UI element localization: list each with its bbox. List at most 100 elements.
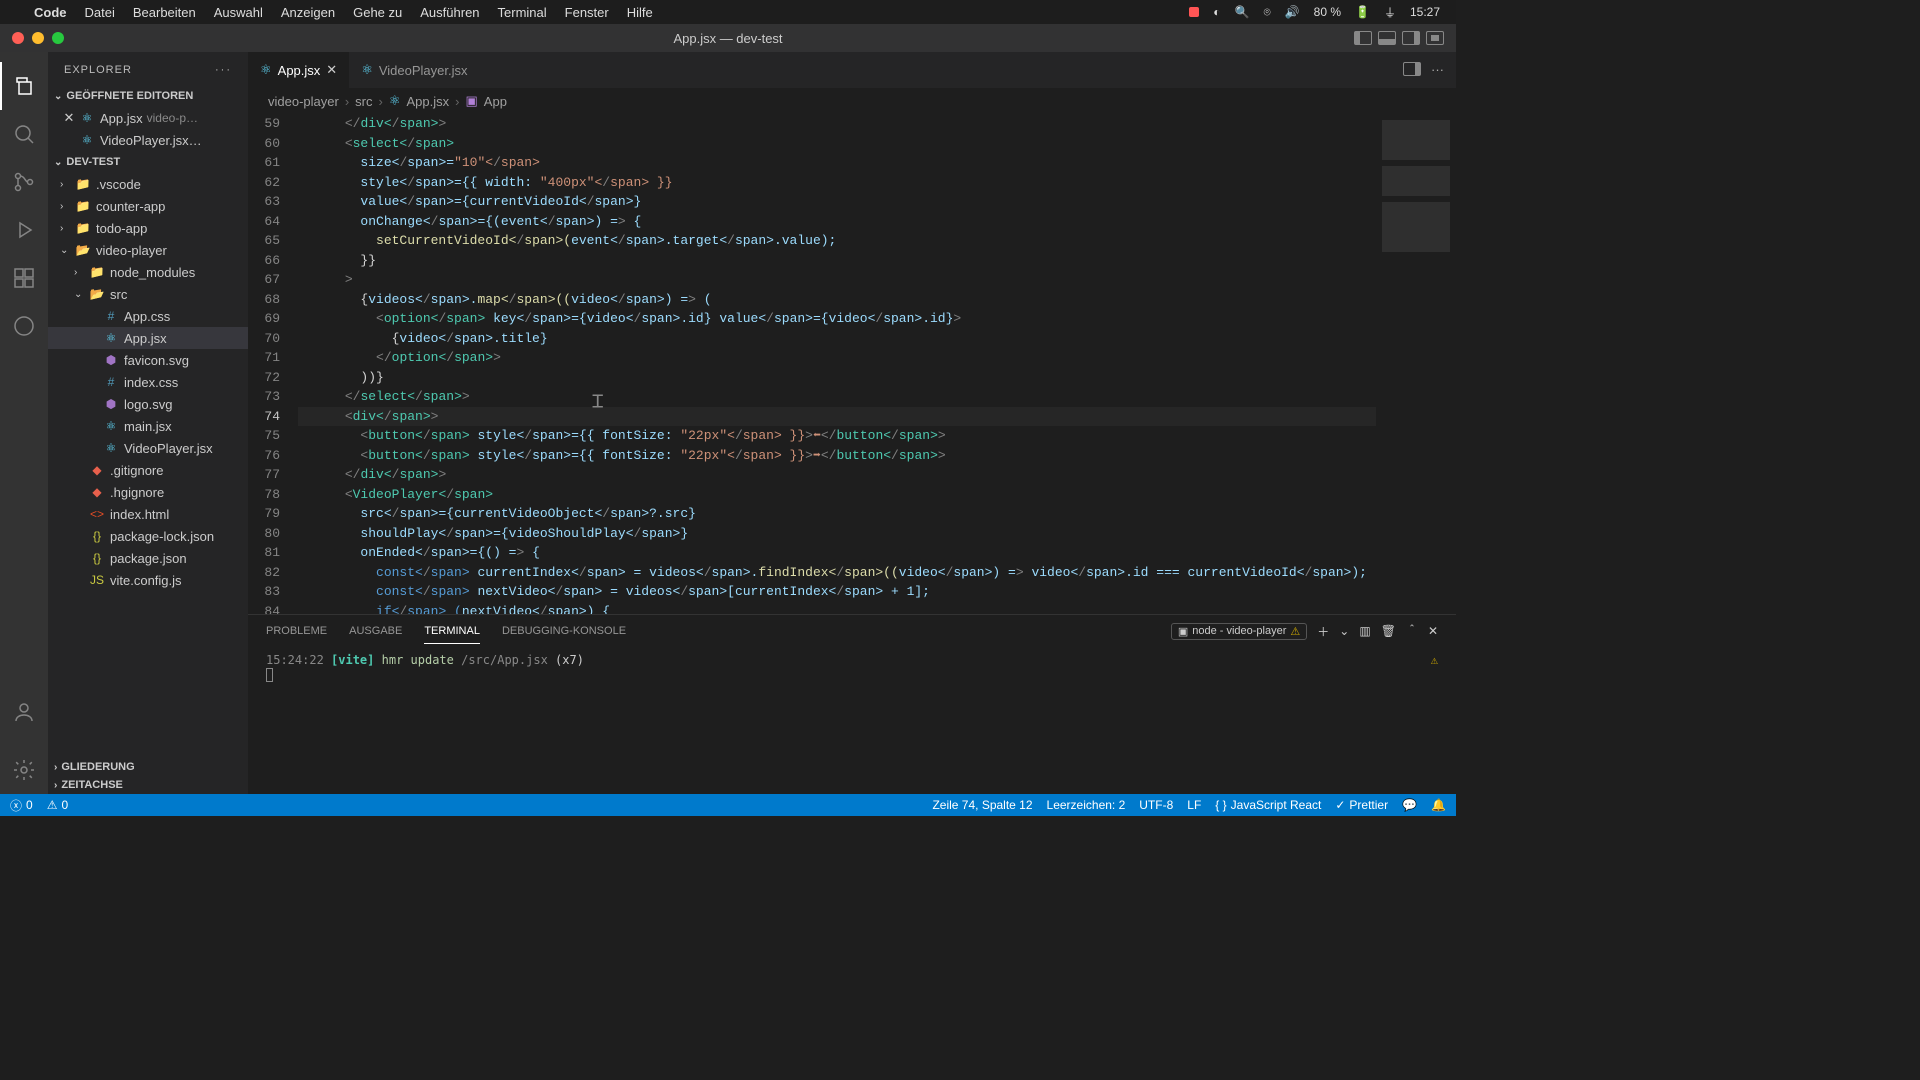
- activity-debug-icon[interactable]: [0, 206, 48, 254]
- file-item[interactable]: ⬢logo.svg: [48, 393, 248, 415]
- volume-icon[interactable]: 🔊: [1285, 5, 1300, 19]
- file-item[interactable]: ⚛App.jsx: [48, 327, 248, 349]
- close-icon[interactable]: ✕: [60, 110, 78, 126]
- file-item[interactable]: ⬢favicon.svg: [48, 349, 248, 371]
- section-open-editors[interactable]: ⌄ GEÖFFNETE EDITOREN: [48, 87, 248, 105]
- file-item[interactable]: ⚛main.jsx: [48, 415, 248, 437]
- layout-customize-icon[interactable]: [1426, 31, 1444, 45]
- react-icon: ⚛: [102, 331, 120, 345]
- tab-close-icon[interactable]: ✕: [326, 62, 337, 78]
- new-terminal-icon[interactable]: ＋: [1317, 623, 1329, 640]
- activity-account-icon[interactable]: [0, 688, 48, 736]
- menu-terminal[interactable]: Terminal: [498, 5, 547, 20]
- menu-app[interactable]: Code: [34, 5, 67, 20]
- folder-item[interactable]: ›📁todo-app: [48, 217, 248, 239]
- status-encoding[interactable]: UTF-8: [1139, 798, 1173, 812]
- window-zoom[interactable]: [52, 32, 64, 44]
- breadcrumb-segment[interactable]: App.jsx: [407, 94, 450, 109]
- terminal-dropdown-icon[interactable]: ⌄: [1339, 624, 1349, 638]
- file-item[interactable]: #index.css: [48, 371, 248, 393]
- window-minimize[interactable]: [32, 32, 44, 44]
- status-indent[interactable]: Leerzeichen: 2: [1047, 798, 1126, 812]
- menu-window[interactable]: Fenster: [565, 5, 609, 20]
- status-prettier[interactable]: ✓ Prettier: [1335, 798, 1388, 812]
- terminal-selector[interactable]: ▣ node - video-player ⚠: [1171, 623, 1307, 640]
- menu-edit[interactable]: Bearbeiten: [133, 5, 196, 20]
- layout-panel-icon[interactable]: [1378, 31, 1396, 45]
- folder-item[interactable]: ›📁.vscode: [48, 173, 248, 195]
- folder-item[interactable]: ⌄📂video-player: [48, 239, 248, 261]
- menu-file[interactable]: Datei: [85, 5, 115, 20]
- folder-item[interactable]: ›📁counter-app: [48, 195, 248, 217]
- menu-run[interactable]: Ausführen: [420, 5, 479, 20]
- panel-tab-debug-console[interactable]: DEBUGGING-KONSOLE: [502, 619, 626, 643]
- breadcrumb-segment[interactable]: video-player: [268, 94, 339, 109]
- status-feedback-icon[interactable]: 💬: [1402, 798, 1417, 812]
- panel-tab-terminal[interactable]: TERMINAL: [424, 619, 480, 644]
- code-editor[interactable]: 5960616263646566676869707172737475767778…: [248, 114, 1456, 614]
- breadcrumb-segment[interactable]: App: [484, 94, 507, 109]
- layout-sidebar-left-icon[interactable]: [1354, 31, 1372, 45]
- activity-explorer-icon[interactable]: [0, 62, 48, 110]
- file-item[interactable]: ◆.hgignore: [48, 481, 248, 503]
- menu-view[interactable]: Anzeigen: [281, 5, 335, 20]
- status-warnings[interactable]: ⚠0: [47, 798, 68, 812]
- activity-extensions-icon[interactable]: [0, 254, 48, 302]
- activity-bar: [0, 52, 48, 794]
- react-file-icon: ⚛: [260, 62, 272, 78]
- git-icon: ◆: [88, 485, 106, 499]
- status-bell-icon[interactable]: 🔔: [1431, 798, 1446, 812]
- split-editor-icon[interactable]: [1403, 62, 1421, 79]
- wifi-icon[interactable]: ⏚: [1384, 4, 1396, 21]
- kill-terminal-icon[interactable]: 🗑: [1381, 624, 1396, 638]
- section-project[interactable]: ⌄ DEV-TEST: [48, 153, 248, 171]
- activity-search-icon[interactable]: [0, 110, 48, 158]
- sidebar-more-icon[interactable]: ···: [215, 64, 232, 76]
- breadcrumb[interactable]: video-player › src › ⚛ App.jsx › ▣ App: [248, 88, 1456, 114]
- panel-tab-problems[interactable]: PROBLEME: [266, 619, 327, 643]
- menu-selection[interactable]: Auswahl: [214, 5, 263, 20]
- open-editor-item[interactable]: ✕ ⚛ App.jsx video-p…: [48, 107, 248, 129]
- folder-item[interactable]: ⌄📂src: [48, 283, 248, 305]
- control-center-icon[interactable]: ⌾: [1263, 5, 1270, 20]
- panel-close-icon[interactable]: ✕: [1428, 624, 1438, 638]
- file-item[interactable]: ⚛VideoPlayer.jsx: [48, 437, 248, 459]
- tab-videoplayer-jsx[interactable]: ⚛ VideoPlayer.jsx: [349, 52, 479, 88]
- window-close[interactable]: [12, 32, 24, 44]
- file-item[interactable]: JSvite.config.js: [48, 569, 248, 591]
- section-timeline[interactable]: › ZEITACHSE: [48, 776, 248, 794]
- file-item[interactable]: #App.css: [48, 305, 248, 327]
- activity-extra-icon[interactable]: [0, 302, 48, 350]
- tab-app-jsx[interactable]: ⚛ App.jsx ✕: [248, 52, 349, 88]
- tray-icon[interactable]: ◐: [1213, 5, 1220, 19]
- terminal-body[interactable]: 15:24:22 [vite] hmr update /src/App.jsx …: [248, 647, 1456, 794]
- folder-item[interactable]: ›📁node_modules: [48, 261, 248, 283]
- activity-settings-icon[interactable]: [0, 746, 48, 794]
- more-actions-icon[interactable]: ···: [1431, 62, 1444, 79]
- file-item[interactable]: ◆.gitignore: [48, 459, 248, 481]
- menu-go[interactable]: Gehe zu: [353, 5, 402, 20]
- layout-sidebar-right-icon[interactable]: [1402, 31, 1420, 45]
- tree-item-label: vite.config.js: [110, 573, 182, 588]
- spotlight-icon[interactable]: 🔍: [1235, 5, 1250, 19]
- status-cursor[interactable]: Zeile 74, Spalte 12: [932, 798, 1032, 812]
- file-item[interactable]: {}package.json: [48, 547, 248, 569]
- file-item[interactable]: {}package-lock.json: [48, 525, 248, 547]
- status-errors[interactable]: ⓧ0: [10, 797, 33, 814]
- split-terminal-icon[interactable]: ▥: [1359, 624, 1370, 638]
- warning-icon[interactable]: ⚠: [1431, 653, 1438, 667]
- menu-help[interactable]: Hilfe: [627, 5, 653, 20]
- file-item[interactable]: <>index.html: [48, 503, 248, 525]
- panel-tab-output[interactable]: AUSGABE: [349, 619, 402, 643]
- battery-icon[interactable]: 🔋: [1355, 5, 1370, 19]
- clock[interactable]: 15:27: [1410, 5, 1440, 19]
- section-outline[interactable]: › GLIEDERUNG: [48, 758, 248, 776]
- open-editor-item[interactable]: ⚛ VideoPlayer.jsx…: [48, 129, 248, 151]
- panel-maximize-icon[interactable]: ＾: [1406, 623, 1418, 640]
- breadcrumb-segment[interactable]: src: [355, 94, 372, 109]
- minimap[interactable]: [1376, 114, 1456, 614]
- status-eol[interactable]: LF: [1187, 798, 1201, 812]
- status-language[interactable]: { } JavaScript React: [1215, 798, 1321, 812]
- bottom-panel: PROBLEME AUSGABE TERMINAL DEBUGGING-KONS…: [248, 614, 1456, 794]
- activity-scm-icon[interactable]: [0, 158, 48, 206]
